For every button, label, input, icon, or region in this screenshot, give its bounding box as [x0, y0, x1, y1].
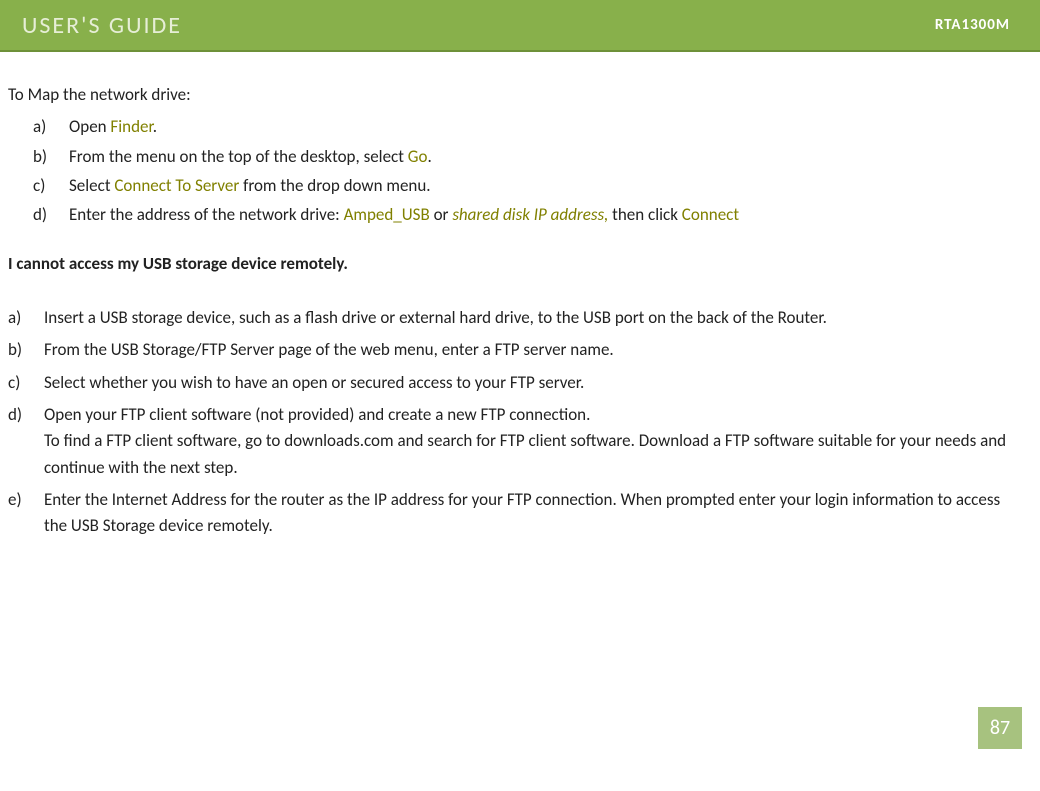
step-body: Open Finder.: [69, 114, 157, 140]
text: then click: [608, 204, 681, 225]
guide-title: USER'S GUIDE: [22, 11, 182, 40]
text: .: [153, 116, 157, 137]
step-marker: d): [33, 202, 69, 228]
step-body: Open your FTP client software (not provi…: [44, 402, 1032, 481]
step-d: d) Enter the address of the network driv…: [33, 202, 1032, 228]
step-marker: c): [33, 173, 69, 199]
step-marker: d): [8, 402, 44, 481]
faq-question: I cannot access my USB storage device re…: [8, 251, 1032, 277]
step-a: a) Open Finder.: [33, 114, 1032, 140]
section-intro: To Map the network drive:: [8, 82, 1032, 108]
step-marker: b): [33, 144, 69, 170]
step-marker: a): [33, 114, 69, 140]
text: Select: [69, 175, 114, 196]
header-bar: USER'S GUIDE RTA1300M: [0, 0, 1040, 52]
finder-label: Finder: [110, 116, 152, 137]
step-body: Enter the address of the network drive: …: [69, 202, 739, 228]
step-b: b) From the menu on the top of the deskt…: [33, 144, 1032, 170]
step-marker: e): [8, 487, 44, 540]
go-label: Go: [408, 146, 428, 167]
text: or: [430, 204, 453, 225]
connect-label: Connect: [682, 204, 739, 225]
step-body: Select whether you wish to have an open …: [44, 370, 1032, 396]
remote-access-steps: a) Insert a USB storage device, such as …: [8, 305, 1032, 540]
page-number-badge: 87: [978, 707, 1022, 749]
text: Open: [69, 116, 110, 137]
step-body: Insert a USB storage device, such as a f…: [44, 305, 1032, 331]
step-c: c) Select whether you wish to have an op…: [8, 370, 1032, 396]
step-b: b) From the USB Storage/FTP Server page …: [8, 337, 1032, 363]
shared-disk-label: shared disk IP address,: [452, 204, 608, 225]
step-marker: c): [8, 370, 44, 396]
page-content: To Map the network drive: a) Open Finder…: [0, 52, 1040, 540]
step-marker: a): [8, 305, 44, 331]
step-marker: b): [8, 337, 44, 363]
page-number: 87: [990, 716, 1010, 740]
map-drive-steps: a) Open Finder. b) From the menu on the …: [8, 114, 1032, 228]
step-body: From the USB Storage/FTP Server page of …: [44, 337, 1032, 363]
step-e: e) Enter the Internet Address for the ro…: [8, 487, 1032, 540]
text: From the menu on the top of the desktop,…: [69, 146, 408, 167]
step-a: a) Insert a USB storage device, such as …: [8, 305, 1032, 331]
connect-to-server-label: Connect To Server: [114, 175, 239, 196]
step-body: Enter the Internet Address for the route…: [44, 487, 1032, 540]
step-body: Select Connect To Server from the drop d…: [69, 173, 431, 199]
step-body: From the menu on the top of the desktop,…: [69, 144, 432, 170]
product-model: RTA1300M: [935, 16, 1010, 34]
step-d: d) Open your FTP client software (not pr…: [8, 402, 1032, 481]
amped-usb-label: Amped_USB: [344, 204, 430, 225]
text: from the drop down menu.: [239, 175, 430, 196]
text: Enter the address of the network drive:: [69, 204, 344, 225]
text: .: [427, 146, 431, 167]
step-c: c) Select Connect To Server from the dro…: [33, 173, 1032, 199]
